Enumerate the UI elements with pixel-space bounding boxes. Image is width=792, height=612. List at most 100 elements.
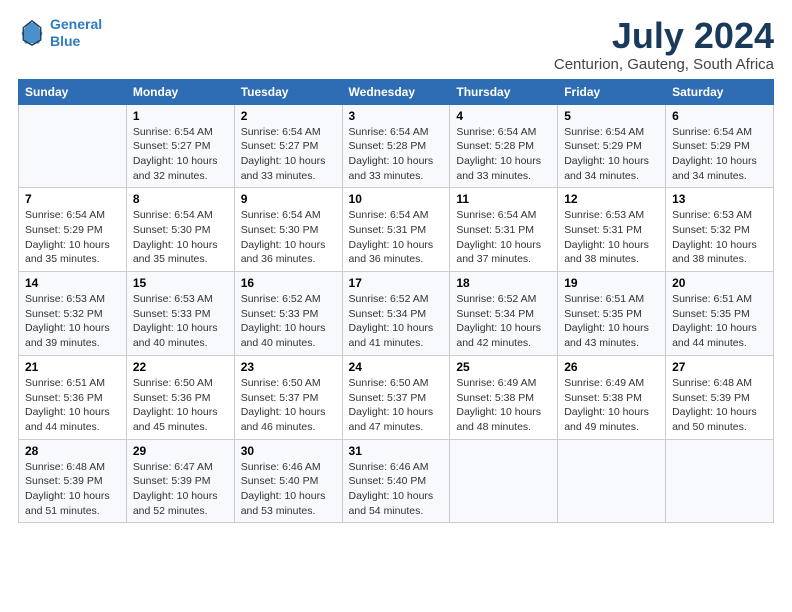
sunset-text: Sunset: 5:30 PM: [241, 223, 336, 238]
daylight-text: Daylight: 10 hoursand 37 minutes.: [456, 238, 551, 267]
main-title: July 2024: [554, 16, 774, 56]
cell-details: Sunrise: 6:54 AMSunset: 5:29 PMDaylight:…: [25, 208, 120, 267]
cell-details: Sunrise: 6:54 AMSunset: 5:28 PMDaylight:…: [349, 125, 444, 184]
cell-details: Sunrise: 6:50 AMSunset: 5:37 PMDaylight:…: [241, 376, 336, 435]
daylight-text: Daylight: 10 hoursand 45 minutes.: [133, 405, 228, 434]
sunset-text: Sunset: 5:31 PM: [456, 223, 551, 238]
sunrise-text: Sunrise: 6:47 AM: [133, 460, 228, 475]
cell-details: Sunrise: 6:54 AMSunset: 5:27 PMDaylight:…: [133, 125, 228, 184]
date-number: 3: [349, 109, 444, 123]
week-row-3: 14 Sunrise: 6:53 AM Sunset: 5:32 PM Dayligh…: [19, 272, 774, 356]
cell-1-7: 6Sunrise: 6:54 AMSunset: 5:29 PMDaylight…: [666, 104, 774, 188]
cell-3-5: 18Sunrise: 6:52 AMSunset: 5:34 PMDayligh…: [450, 272, 558, 356]
cell-details: Sunrise: 6:47 AMSunset: 5:39 PMDaylight:…: [133, 460, 228, 519]
date-number: 15: [133, 276, 228, 290]
date-number: 24: [349, 360, 444, 374]
cell-1-6: 5Sunrise: 6:54 AMSunset: 5:29 PMDaylight…: [558, 104, 666, 188]
sunrise-text: Sunrise: 6:50 AM: [133, 376, 228, 391]
daylight-text: Daylight: 10 hoursand 40 minutes.: [133, 321, 228, 350]
sunset-text: Sunset: 5:38 PM: [564, 391, 659, 406]
cell-details: Sunrise: 6:52 AMSunset: 5:33 PMDaylight:…: [241, 292, 336, 351]
sunset-text: Sunset: 5:32 PM: [672, 223, 767, 238]
sunrise-text: Sunrise: 6:54 AM: [349, 125, 444, 140]
daylight-text: Daylight: 10 hoursand 42 minutes.: [456, 321, 551, 350]
sunrise-text: Sunrise: 6:54 AM: [349, 208, 444, 223]
sunrise-text: Sunrise: 6:49 AM: [456, 376, 551, 391]
calendar-header-row: SundayMondayTuesdayWednesdayThursdayFrid…: [19, 79, 774, 104]
daylight-text: Daylight: 10 hoursand 44 minutes.: [672, 321, 767, 350]
sunrise-text: Sunrise: 6:54 AM: [564, 125, 659, 140]
date-number: 29: [133, 444, 228, 458]
cell-details: Sunrise: 6:53 AMSunset: 5:31 PMDaylight:…: [564, 208, 659, 267]
sunrise-text: Sunrise: 6:46 AM: [349, 460, 444, 475]
cell-1-5: 4Sunrise: 6:54 AMSunset: 5:28 PMDaylight…: [450, 104, 558, 188]
sunrise-text: Sunrise: 6:52 AM: [241, 292, 336, 307]
cell-details: Sunrise: 6:53 AMSunset: 5:32 PMDaylight:…: [672, 208, 767, 267]
sunrise-text: Sunrise: 6:54 AM: [133, 208, 228, 223]
cell-1-2: 1 Sunrise: 6:54 AMSunset: 5:27 PMDaylight…: [126, 104, 234, 188]
cell-1-4: 3 Sunrise: 6:54 AMSunset: 5:28 PMDaylight…: [342, 104, 450, 188]
logo-icon: [18, 19, 46, 47]
week-row-5: 28Sunrise: 6:48 AMSunset: 5:39 PMDayligh…: [19, 439, 774, 523]
cell-details: Sunrise: 6:54 AMSunset: 5:30 PMDaylight:…: [241, 208, 336, 267]
cell-details: Sunrise: 6:50 AMSunset: 5:36 PMDaylight:…: [133, 376, 228, 435]
cell-details: Sunrise: 6:48 AMSunset: 5:39 PMDaylight:…: [25, 460, 120, 519]
daylight-text: Daylight: 10 hoursand 44 minutes.: [25, 405, 120, 434]
sunset-text: Sunset: 5:29 PM: [672, 139, 767, 154]
date-number: 17: [349, 276, 444, 290]
cell-details: Sunrise: 6:49 AMSunset: 5:38 PMDaylight:…: [564, 376, 659, 435]
sunset-text: Sunset: 5:27 PM: [133, 139, 228, 154]
sunrise-text: Sunrise: 6:53 AM: [564, 208, 659, 223]
date-number: 25: [456, 360, 551, 374]
calendar-page: General Blue July 2024 Centurion, Gauten…: [0, 0, 792, 612]
cell-2-7: 13Sunrise: 6:53 AMSunset: 5:32 PMDayligh…: [666, 188, 774, 272]
date-number: 22: [133, 360, 228, 374]
cell-2-4: 10 Sunrise: 6:54 AMSunset: 5:31 PMDayligh…: [342, 188, 450, 272]
date-number: 7: [25, 192, 120, 206]
sunrise-text: Sunrise: 6:51 AM: [672, 292, 767, 307]
sunset-text: Sunset: 5:36 PM: [133, 391, 228, 406]
week-row-4: 21Sunrise: 6:51 AMSunset: 5:36 PMDayligh…: [19, 355, 774, 439]
sunset-text: Sunset: 5:34 PM: [349, 307, 444, 322]
cell-details: Sunrise: 6:48 AMSunset: 5:39 PMDaylight:…: [672, 376, 767, 435]
week-row-2: 7 Sunrise: 6:54 AMSunset: 5:29 PMDaylight…: [19, 188, 774, 272]
cell-5-4: 31Sunrise: 6:46 AMSunset: 5:40 PMDayligh…: [342, 439, 450, 523]
cell-details: Sunrise: 6:51 AMSunset: 5:36 PMDaylight:…: [25, 376, 120, 435]
daylight-text: Daylight: 10 hoursand 51 minutes.: [25, 489, 120, 518]
cell-4-2: 22 Sunrise: 6:50 AMSunset: 5:36 PMDayligh…: [126, 355, 234, 439]
col-header-friday: Friday: [558, 79, 666, 104]
sunset-text: Sunset: 5:34 PM: [456, 307, 551, 322]
sunrise-text: Sunrise: 6:53 AM: [133, 292, 228, 307]
sunset-text: Sunset: 5:33 PM: [133, 307, 228, 322]
cell-3-3: 16 Sunrise: 6:52 AMSunset: 5:33 PMDayligh…: [234, 272, 342, 356]
cell-details: Sunrise: 6:46 AMSunset: 5:40 PMDaylight:…: [241, 460, 336, 519]
date-number: 16: [241, 276, 336, 290]
daylight-text: Daylight: 10 hoursand 35 minutes.: [25, 238, 120, 267]
col-header-monday: Monday: [126, 79, 234, 104]
cell-details: Sunrise: 6:50 AMSunset: 5:37 PMDaylight:…: [349, 376, 444, 435]
sunset-text: Sunset: 5:32 PM: [25, 307, 120, 322]
sunrise-text: Sunrise: 6:54 AM: [456, 208, 551, 223]
cell-details: Sunrise: 6:54 AMSunset: 5:29 PMDaylight:…: [564, 125, 659, 184]
cell-5-5: [450, 439, 558, 523]
daylight-text: Daylight: 10 hoursand 36 minutes.: [349, 238, 444, 267]
sunset-text: Sunset: 5:40 PM: [349, 474, 444, 489]
date-number: 14: [25, 276, 120, 290]
date-number: 10: [349, 192, 444, 206]
sunrise-text: Sunrise: 6:53 AM: [672, 208, 767, 223]
sunset-text: Sunset: 5:28 PM: [349, 139, 444, 154]
date-number: 1: [133, 109, 228, 123]
date-number: 20: [672, 276, 767, 290]
daylight-text: Daylight: 10 hoursand 34 minutes.: [564, 154, 659, 183]
cell-5-2: 29 Sunrise: 6:47 AMSunset: 5:39 PMDayligh…: [126, 439, 234, 523]
sunset-text: Sunset: 5:39 PM: [672, 391, 767, 406]
cell-3-7: 20Sunrise: 6:51 AMSunset: 5:35 PMDayligh…: [666, 272, 774, 356]
daylight-text: Daylight: 10 hoursand 50 minutes.: [672, 405, 767, 434]
sunset-text: Sunset: 5:38 PM: [456, 391, 551, 406]
sunset-text: Sunset: 5:31 PM: [349, 223, 444, 238]
date-number: 8: [133, 192, 228, 206]
daylight-text: Daylight: 10 hoursand 38 minutes.: [564, 238, 659, 267]
date-number: 30: [241, 444, 336, 458]
week-row-1: 1Sunrise: 6:54 AMSunset: 5:27 PMDaylight…: [19, 104, 774, 188]
sunset-text: Sunset: 5:30 PM: [133, 223, 228, 238]
